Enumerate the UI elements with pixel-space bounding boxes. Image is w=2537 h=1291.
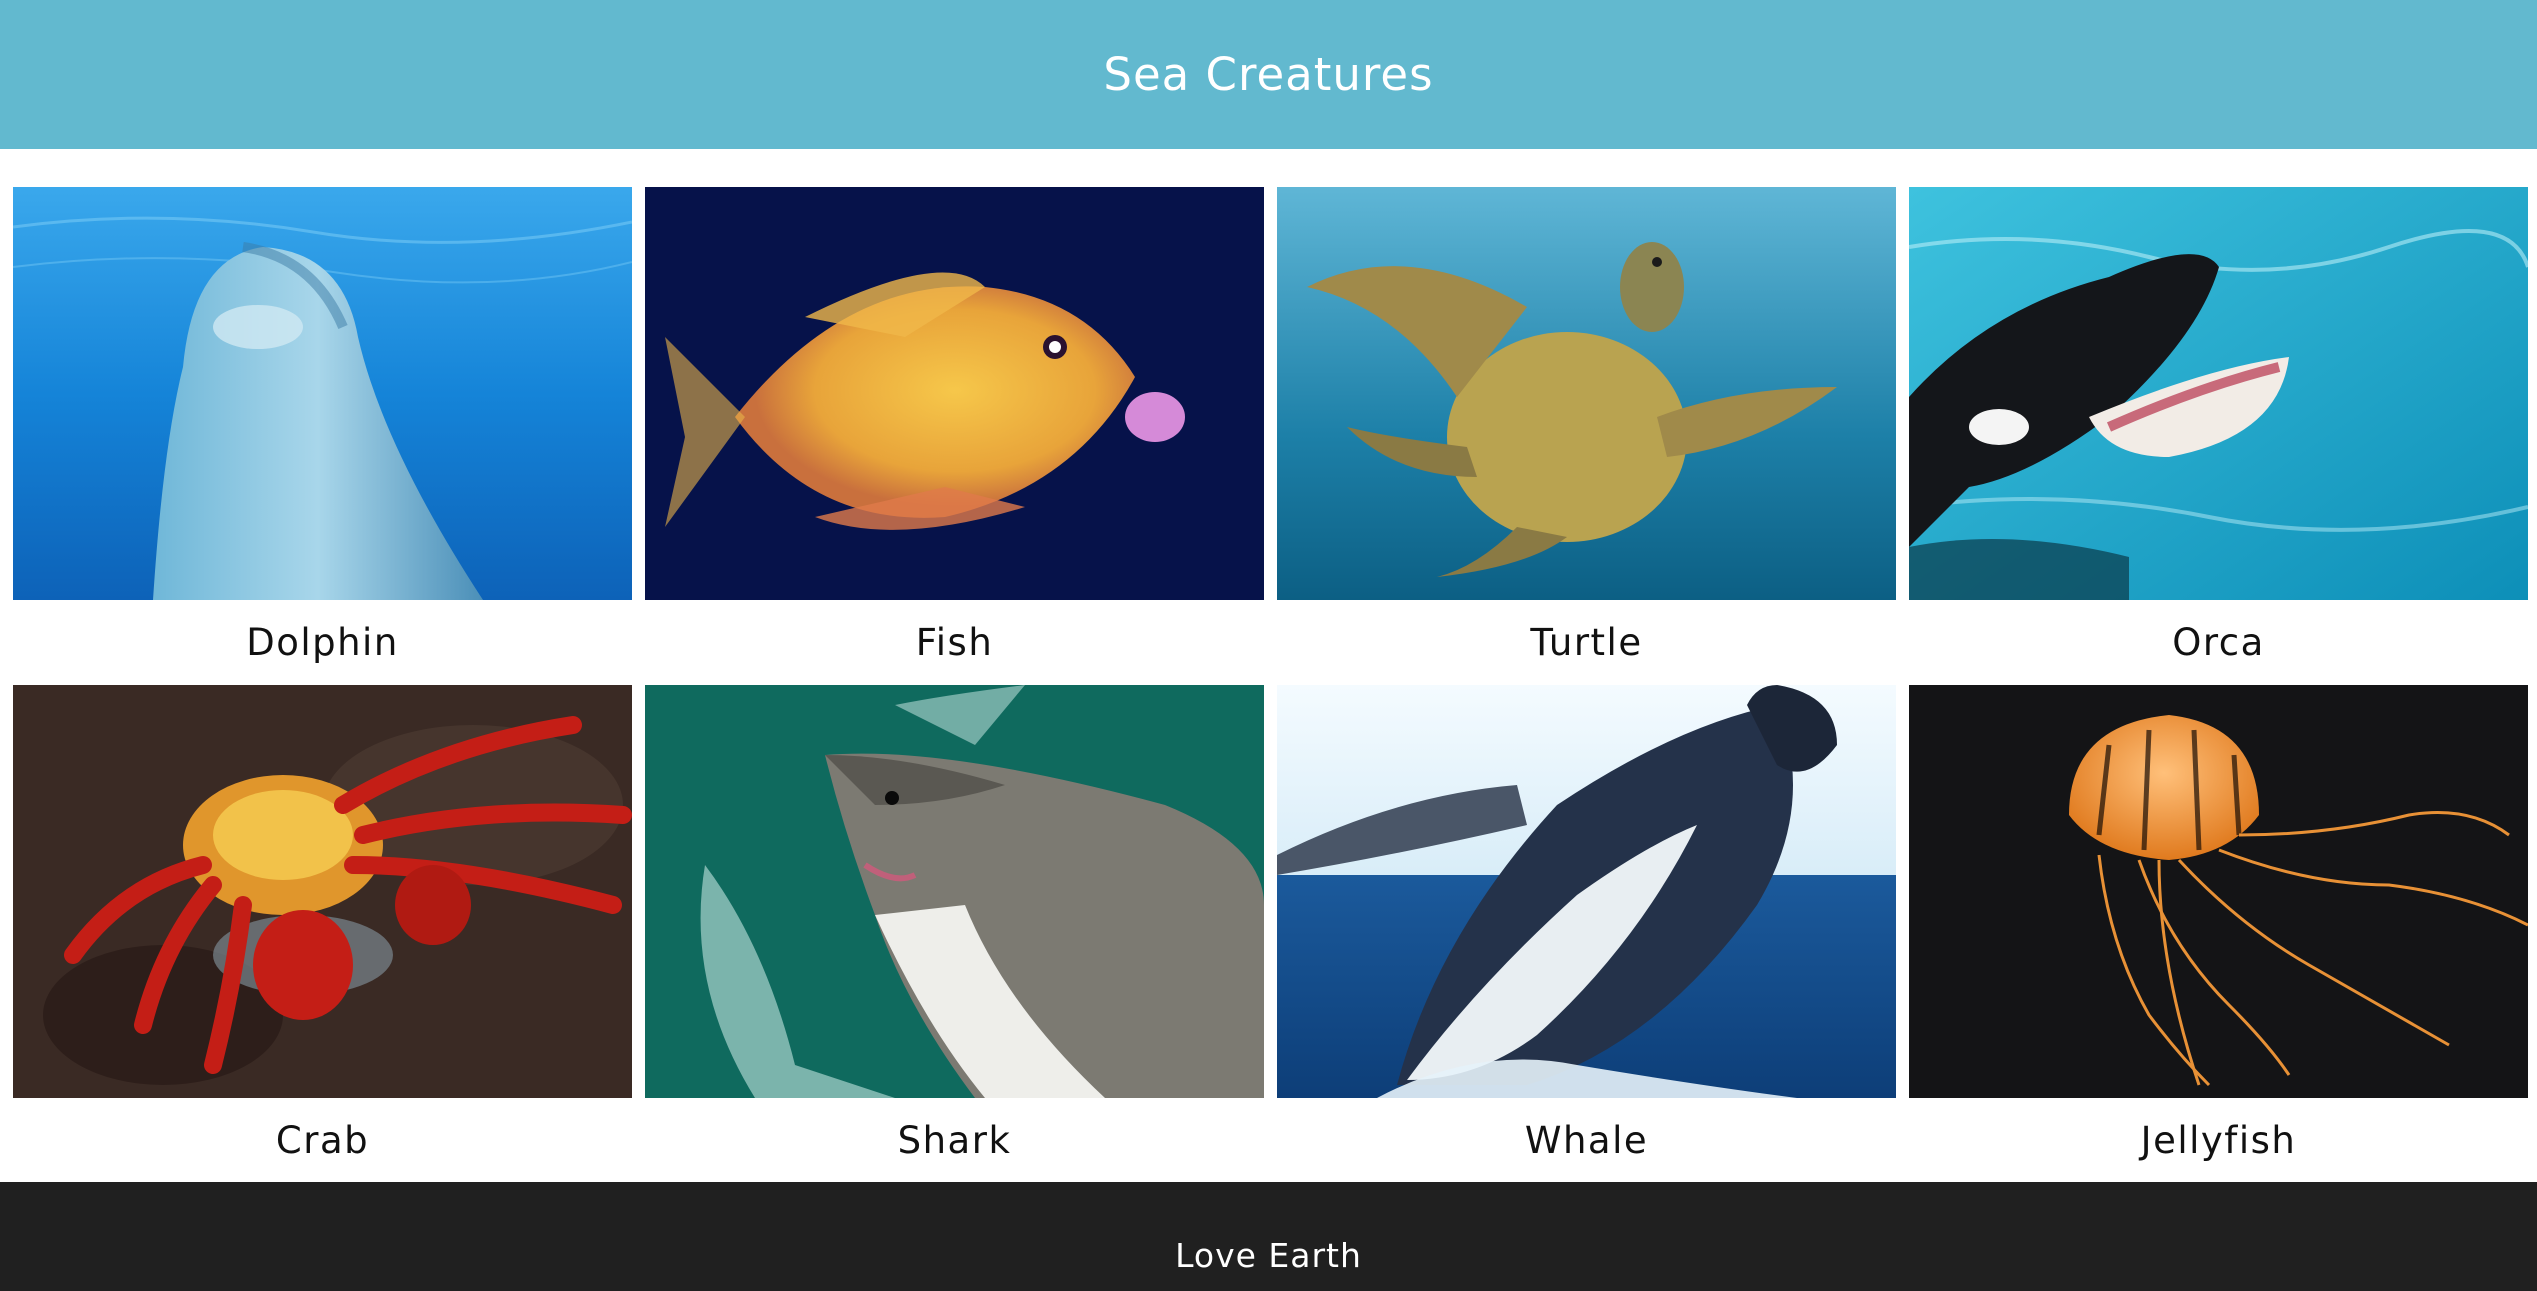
jellyfish-photo[interactable] [1909, 685, 2528, 1098]
creature-gallery: Dolphin Fish Turtle Orca Crab Shark Whal… [13, 187, 2530, 1183]
dolphin-photo[interactable] [13, 187, 632, 600]
gallery-caption: Turtle [1530, 621, 1643, 664]
site-footer: Love Earth [0, 1182, 2537, 1291]
gallery-caption: Shark [897, 1119, 1012, 1162]
crab-photo[interactable] [13, 685, 632, 1098]
whale-photo[interactable] [1277, 685, 1896, 1098]
gallery-card-fish[interactable]: Fish [645, 187, 1264, 685]
gallery-caption: Jellyfish [2140, 1119, 2297, 1162]
gallery-card-shark[interactable]: Shark [645, 685, 1264, 1183]
gallery-caption: Crab [275, 1119, 370, 1162]
gallery-caption: Dolphin [246, 621, 399, 664]
site-header: Sea Creatures [0, 0, 2537, 149]
gallery-caption: Orca [2172, 621, 2265, 664]
page: Sea Creatures Dolphin Fish Turtle Orca C… [0, 0, 2537, 1291]
gallery-caption: Fish [915, 621, 994, 664]
shark-photo[interactable] [645, 685, 1264, 1098]
gallery-caption: Whale [1524, 1119, 1649, 1162]
gallery-card-crab[interactable]: Crab [13, 685, 632, 1183]
gallery-card-jellyfish[interactable]: Jellyfish [1909, 685, 2528, 1183]
orca-photo[interactable] [1909, 187, 2528, 600]
footer-text: Love Earth [1175, 1236, 1362, 1275]
gallery-card-dolphin[interactable]: Dolphin [13, 187, 632, 685]
gallery-card-orca[interactable]: Orca [1909, 187, 2528, 685]
fish-photo[interactable] [645, 187, 1264, 600]
gallery-card-whale[interactable]: Whale [1277, 685, 1896, 1183]
turtle-photo[interactable] [1277, 187, 1896, 600]
gallery-card-turtle[interactable]: Turtle [1277, 187, 1896, 685]
page-title: Sea Creatures [1103, 48, 1434, 101]
